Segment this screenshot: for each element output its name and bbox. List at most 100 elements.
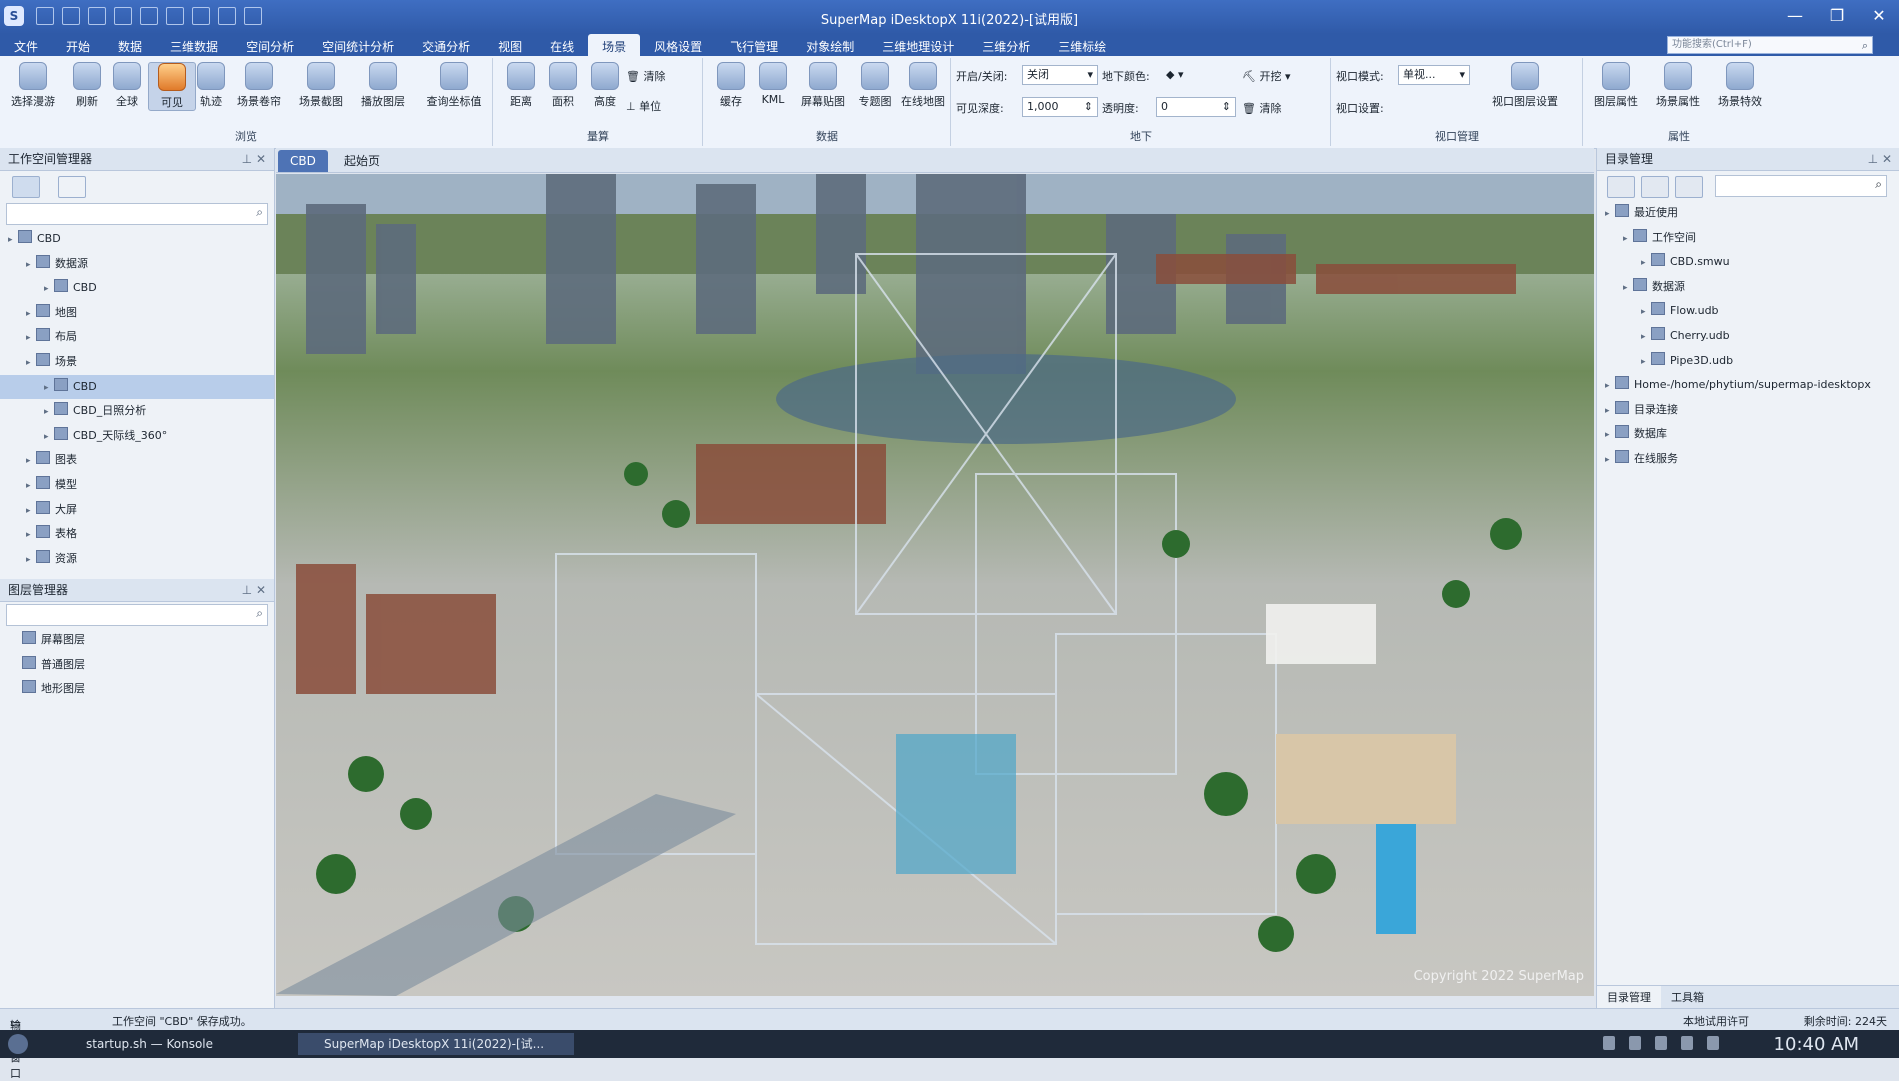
tab-start-page[interactable]: 起始页	[332, 150, 392, 172]
expand-arrow-icon[interactable]: ▸	[1641, 251, 1651, 275]
catalog-search-input[interactable]: ⌕	[1715, 175, 1887, 197]
transparency-input[interactable]: 0 ⇕	[1156, 97, 1236, 117]
workspace-view-icon[interactable]	[12, 176, 40, 198]
menu-item-1[interactable]: 开始	[52, 34, 104, 56]
catalog-tree-node[interactable]: ▸ Cherry.udb	[1597, 324, 1899, 349]
play-layer-button[interactable]: 播放图层	[360, 62, 406, 109]
expand-arrow-icon[interactable]: ▸	[26, 523, 36, 548]
menu-item-8[interactable]: 在线	[536, 34, 588, 56]
expand-arrow-icon[interactable]: ▸	[26, 449, 36, 474]
catalog-tree-node[interactable]: ▸ Pipe3D.udb	[1597, 349, 1899, 374]
onoff-select[interactable]: 关闭 ▾	[1022, 65, 1098, 85]
new-folder-icon[interactable]	[1607, 176, 1635, 198]
task-konsole[interactable]: startup.sh — Konsole	[60, 1033, 306, 1055]
layer-tree-node[interactable]: 地形图层	[0, 677, 274, 702]
expand-arrow-icon[interactable]: ▸	[1605, 374, 1615, 398]
dig-button[interactable]: ⛏ 开挖 ▾	[1242, 68, 1291, 84]
layer-tree-node[interactable]: 普通图层	[0, 653, 274, 678]
color-picker[interactable]: ◆ ▾	[1166, 68, 1183, 81]
menu-item-9[interactable]: 场景	[588, 34, 641, 56]
layer-search-input[interactable]: ⌕	[6, 604, 268, 626]
expand-arrow-icon[interactable]: ▸	[44, 376, 54, 401]
menu-item-6[interactable]: 交通分析	[408, 34, 484, 56]
catalog-tree-node[interactable]: ▸ Flow.udb	[1597, 299, 1899, 324]
expand-arrow-icon[interactable]: ▸	[26, 351, 36, 376]
workspace-tree-node[interactable]: ▸ CBD	[0, 374, 274, 401]
expand-arrow-icon[interactable]: ▸	[26, 548, 36, 573]
kml-button[interactable]: KML	[750, 62, 796, 106]
underground-clear-button[interactable]: 🗑 清除	[1242, 100, 1281, 116]
layer-properties-button[interactable]: 图层属性	[1588, 62, 1644, 109]
menu-item-5[interactable]: 空间统计分析	[308, 34, 408, 56]
start-menu-icon[interactable]	[8, 1034, 28, 1054]
search-icon[interactable]: ⌕	[1862, 38, 1868, 54]
menu-item-11[interactable]: 飞行管理	[716, 34, 792, 56]
network-icon[interactable]	[1681, 1036, 1693, 1050]
expand-arrow-icon[interactable]: ▸	[26, 474, 36, 499]
expand-arrow-icon[interactable]: ▸	[26, 302, 36, 327]
viewport-mode-select[interactable]: 单视... ▾	[1398, 65, 1470, 85]
menu-item-14[interactable]: 三维分析	[968, 34, 1044, 56]
select-roam-button[interactable]: 选择漫游	[10, 62, 56, 109]
visible-depth-input[interactable]: 1,000 ⇕	[1022, 97, 1098, 117]
expand-arrow-icon[interactable]: ▸	[1605, 448, 1615, 472]
workspace-tree-node[interactable]: ▸ 布局	[0, 325, 274, 350]
workspace-tree-node[interactable]: ▸ CBD_天际线_360°	[0, 424, 274, 449]
tab-catalog[interactable]: 目录管理	[1597, 986, 1661, 1008]
scene-viewport[interactable]: Copyright 2022 SuperMap	[276, 174, 1594, 996]
online-map-button[interactable]: 在线地图	[896, 62, 950, 109]
track-button[interactable]: 轨迹	[188, 62, 234, 109]
scene-effects-button[interactable]: 场景特效	[1712, 62, 1768, 109]
catalog-tree-node[interactable]: ▸ 工作空间	[1597, 226, 1899, 251]
menu-item-0[interactable]: 文件	[0, 34, 52, 56]
workspace-alt-view-icon[interactable]	[58, 176, 86, 198]
workspace-tree-node[interactable]: ▸ 场景	[0, 350, 274, 375]
tray-expand-icon[interactable]	[1707, 1036, 1719, 1050]
measure-clear-button[interactable]: 🗑 清除	[626, 68, 665, 84]
menu-item-10[interactable]: 风格设置	[640, 34, 716, 56]
thematic-map-button[interactable]: 专题图	[852, 62, 898, 109]
scene-properties-button[interactable]: 场景属性	[1650, 62, 1706, 109]
task-supermap[interactable]: SuperMap iDesktopX 11i(2022)-[试...	[298, 1033, 574, 1055]
expand-arrow-icon[interactable]: ▸	[44, 425, 54, 450]
workspace-tree-node[interactable]: ▸ 数据源	[0, 252, 274, 277]
expand-arrow-icon[interactable]: ▸	[1605, 202, 1615, 226]
expand-arrow-icon[interactable]: ▸	[1641, 350, 1651, 374]
catalog-tree-node[interactable]: ▸ Home-/home/phytium/supermap-idesktopx	[1597, 373, 1899, 398]
menu-item-2[interactable]: 数据	[104, 34, 156, 56]
battery-icon[interactable]	[1655, 1036, 1667, 1050]
catalog-tree-node[interactable]: ▸ 最近使用	[1597, 201, 1899, 226]
catalog-tree-node[interactable]: ▸ 数据库	[1597, 422, 1899, 447]
search-icon[interactable]: ⌕	[256, 205, 263, 220]
distance-button[interactable]: 距离	[498, 62, 544, 109]
full-globe-button[interactable]: 全球	[104, 62, 150, 109]
expand-arrow-icon[interactable]: ▸	[1641, 325, 1651, 349]
search-icon[interactable]: ⌕	[1875, 177, 1882, 192]
catalog-tree-node[interactable]: ▸ 数据源	[1597, 275, 1899, 300]
expand-arrow-icon[interactable]: ▸	[26, 326, 36, 351]
search-icon[interactable]: ⌕	[256, 606, 263, 621]
menu-item-12[interactable]: 对象绘制	[792, 34, 868, 56]
expand-arrow-icon[interactable]: ▸	[26, 253, 36, 278]
expand-arrow-icon[interactable]: ▸	[26, 499, 36, 524]
volume-icon[interactable]	[1629, 1036, 1641, 1050]
expand-arrow-icon[interactable]: ▸	[1605, 399, 1615, 423]
expand-arrow-icon[interactable]: ▸	[1623, 227, 1633, 251]
function-search-input[interactable]: 功能搜索(Ctrl+F) ⌕	[1667, 36, 1873, 54]
workspace-tree-node[interactable]: ▸ 表格	[0, 522, 274, 547]
query-coordinate-button[interactable]: 查询坐标值	[424, 62, 484, 109]
workspace-search-input[interactable]: ⌕	[6, 203, 268, 225]
menu-item-4[interactable]: 空间分析	[232, 34, 308, 56]
expand-arrow-icon[interactable]: ▸	[1605, 423, 1615, 447]
scene-roller-button[interactable]: 场景卷帘	[236, 62, 282, 109]
catalog-tree-node[interactable]: ▸ 目录连接	[1597, 398, 1899, 423]
menu-item-15[interactable]: 三维标绘	[1044, 34, 1120, 56]
expand-arrow-icon[interactable]: ▸	[44, 277, 54, 302]
panel-pin-close-icon[interactable]: ⊥ ✕	[1868, 148, 1892, 170]
workspace-tree-node[interactable]: ▸ 图表	[0, 448, 274, 473]
viewport-layer-setting-button[interactable]: 视口图层设置	[1480, 62, 1570, 109]
delete-icon[interactable]	[1641, 176, 1669, 198]
workspace-tree-node[interactable]: ▸ 模型	[0, 473, 274, 498]
clipboard-icon[interactable]	[1603, 1036, 1615, 1050]
workspace-tree-node[interactable]: ▸ 资源	[0, 547, 274, 572]
